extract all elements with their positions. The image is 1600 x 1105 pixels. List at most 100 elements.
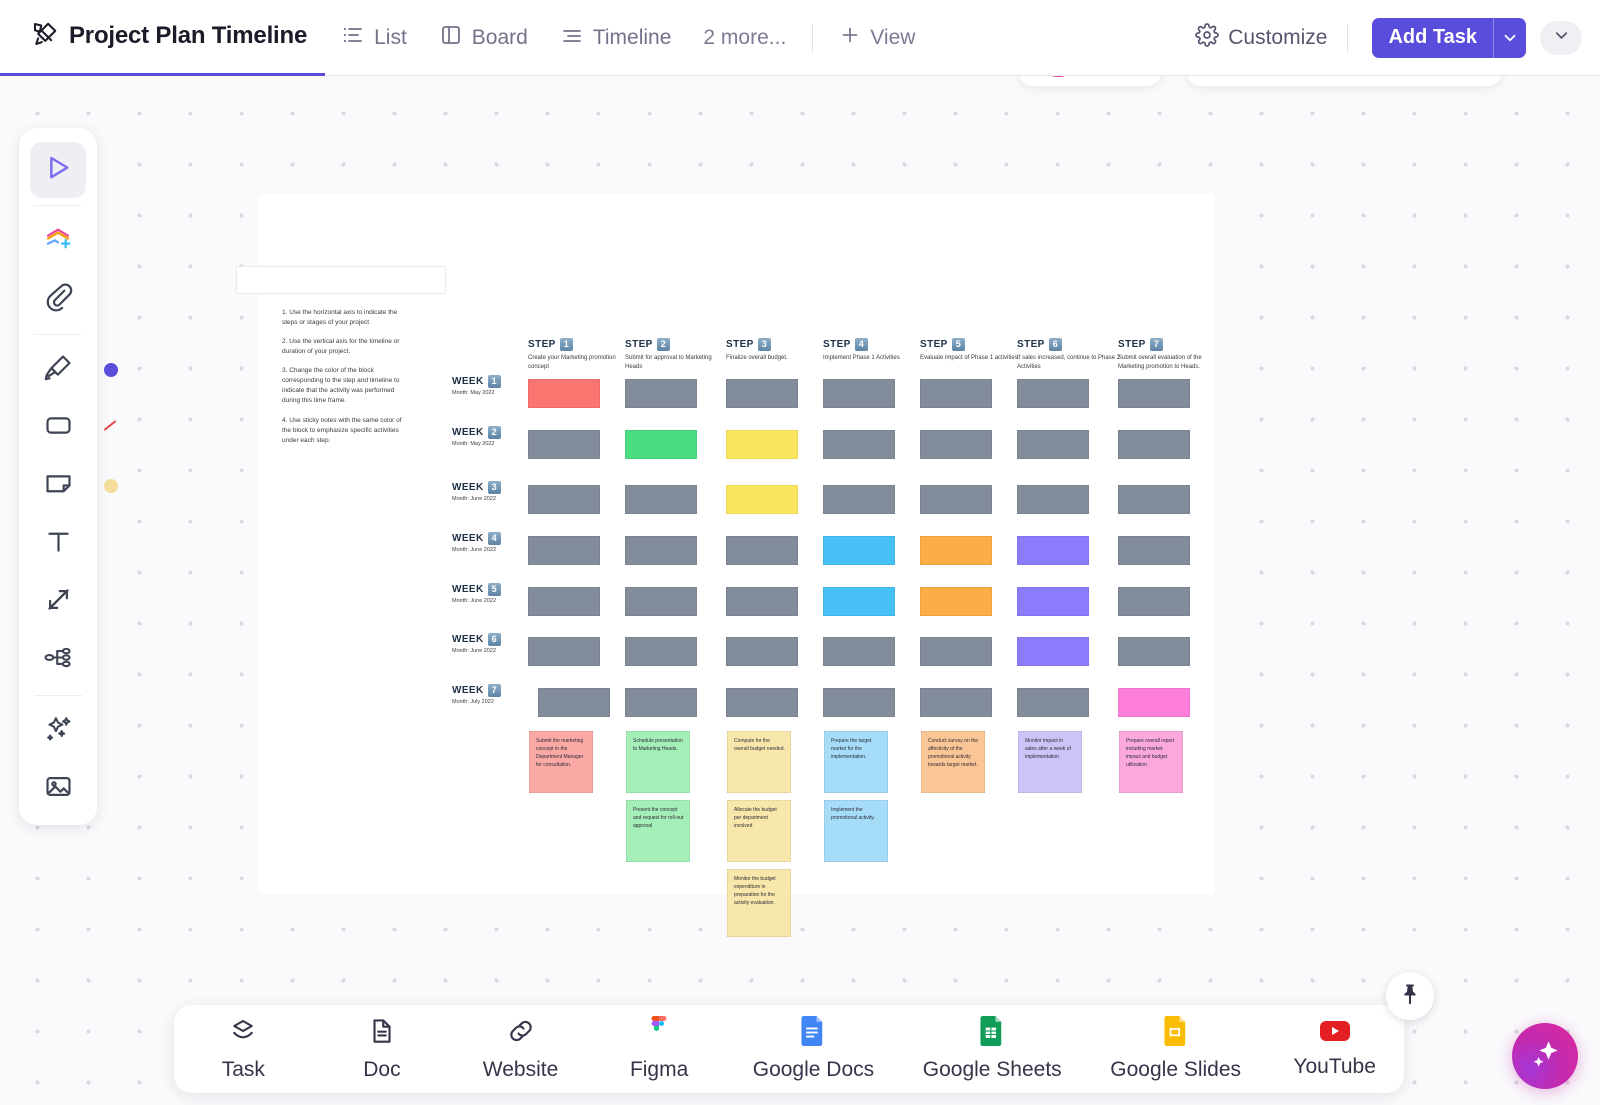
sticky-note[interactable]: Present the concept and request for roll…: [626, 800, 690, 862]
timeline-cell[interactable]: [1118, 637, 1190, 666]
timeline-cell[interactable]: [726, 379, 798, 408]
sticky-color-swatch[interactable]: [104, 479, 118, 493]
timeline-cell[interactable]: [528, 536, 600, 565]
timeline-cell[interactable]: [1017, 587, 1089, 616]
timeline-cell[interactable]: [625, 637, 697, 666]
timeline-cell[interactable]: [823, 485, 895, 514]
sticky-note[interactable]: Implement the promotional activity.: [824, 800, 888, 862]
dock-item-website[interactable]: Website: [476, 1016, 566, 1082]
dock-item-youtube[interactable]: YouTube: [1290, 1019, 1380, 1079]
step-description: Submit overall evaluation of the Marketi…: [1118, 355, 1202, 371]
tab-more[interactable]: 2 more...: [687, 0, 802, 76]
whiteboard-tab[interactable]: Project Plan Timeline: [0, 0, 326, 76]
timeline-cell[interactable]: [1017, 379, 1089, 408]
sticky-note[interactable]: Prepare the target market for the implem…: [824, 731, 888, 793]
timeline-cell[interactable]: [528, 379, 600, 408]
timeline-cell[interactable]: [1017, 536, 1089, 565]
text-tool[interactable]: [30, 516, 86, 572]
timeline-cell[interactable]: [726, 430, 798, 459]
sticky-note[interactable]: Prepare overall report including market …: [1119, 731, 1183, 793]
timeline-cell[interactable]: [920, 587, 992, 616]
shapes-add-tool[interactable]: [30, 213, 86, 269]
timeline-cell[interactable]: [726, 587, 798, 616]
timeline-cell[interactable]: [1017, 430, 1089, 459]
image-tool[interactable]: [30, 761, 86, 817]
empty-text-placeholder[interactable]: [236, 266, 446, 294]
timeline-cell[interactable]: [528, 485, 600, 514]
connector-tool[interactable]: [30, 574, 86, 630]
highlighter-color-swatch[interactable]: [104, 363, 118, 377]
dock-item-doc[interactable]: Doc: [337, 1016, 427, 1082]
dock-item-google-sheets[interactable]: Google Sheets: [923, 1016, 1062, 1082]
mindmap-tool[interactable]: [30, 632, 86, 688]
rectangle-color-swatch[interactable]: [102, 418, 118, 439]
dock-item-task[interactable]: Task: [198, 1016, 288, 1082]
timeline-cell[interactable]: [625, 536, 697, 565]
timeline-cell[interactable]: [823, 688, 895, 717]
sticky-note[interactable]: Monitor the budget expenditure in prepar…: [727, 869, 791, 937]
timeline-cell[interactable]: [823, 587, 895, 616]
timeline-cell[interactable]: [920, 379, 992, 408]
select-tool[interactable]: [30, 142, 86, 198]
dock-item-google-docs[interactable]: Google Docs: [753, 1016, 874, 1082]
timeline-cell[interactable]: [1118, 536, 1190, 565]
timeline-cell[interactable]: [823, 430, 895, 459]
timeline-cell[interactable]: [625, 430, 697, 459]
ai-assistant-button[interactable]: [1512, 1023, 1578, 1089]
highlighter-tool[interactable]: [30, 342, 118, 398]
timeline-cell[interactable]: [625, 587, 697, 616]
timeline-cell[interactable]: [538, 688, 610, 717]
add-task-dropdown[interactable]: [1494, 18, 1526, 58]
sticky-note[interactable]: Conduct survey on the affectivity of the…: [921, 731, 985, 793]
sticky-note[interactable]: Allocate the budget per department invol…: [727, 800, 791, 862]
link-tool[interactable]: [30, 271, 86, 327]
timeline-cell[interactable]: [920, 485, 992, 514]
timeline-cell[interactable]: [920, 637, 992, 666]
magic-wand-icon: [43, 713, 74, 749]
timeline-cell[interactable]: [823, 637, 895, 666]
timeline-cell[interactable]: [920, 536, 992, 565]
rectangle-tool[interactable]: [30, 400, 116, 456]
tab-list[interactable]: List: [325, 0, 423, 76]
add-task-button[interactable]: Add Task: [1372, 17, 1526, 58]
timeline-cell[interactable]: [528, 430, 600, 459]
timeline-cell[interactable]: [823, 536, 895, 565]
pin-dock-button[interactable]: [1386, 972, 1434, 1020]
tab-board[interactable]: Board: [423, 0, 544, 76]
step-header: STEP 3 Finalize overall budget.: [726, 338, 831, 363]
timeline-cell[interactable]: [1017, 485, 1089, 514]
timeline-cell[interactable]: [528, 637, 600, 666]
sticky-note[interactable]: Schedule presentation to Marketing Heads…: [626, 731, 690, 793]
timeline-cell[interactable]: [528, 587, 600, 616]
timeline-cell[interactable]: [1017, 637, 1089, 666]
customize-button[interactable]: Customize: [1185, 22, 1337, 53]
timeline-cell[interactable]: [1118, 485, 1190, 514]
timeline-cell[interactable]: [726, 688, 798, 717]
timeline-cell[interactable]: [1118, 379, 1190, 408]
timeline-cell[interactable]: [726, 637, 798, 666]
gear-icon: [1195, 22, 1220, 53]
whiteboard-canvas[interactable]: 1. Use the horizontal axis to indicate t…: [0, 76, 1600, 1105]
sticky-note[interactable]: Submit the marketing concept to the Depa…: [529, 731, 593, 793]
dock-item-google-slides[interactable]: Google Slides: [1110, 1016, 1241, 1082]
sticky-note-tool[interactable]: [30, 458, 118, 514]
timeline-cell[interactable]: [726, 536, 798, 565]
timeline-cell[interactable]: [625, 485, 697, 514]
header-overflow-button[interactable]: [1540, 20, 1582, 55]
timeline-cell[interactable]: [1118, 587, 1190, 616]
ai-magic-tool[interactable]: [30, 703, 86, 759]
timeline-cell[interactable]: [726, 485, 798, 514]
dock-item-figma[interactable]: Figma: [614, 1016, 704, 1082]
timeline-cell[interactable]: [1118, 688, 1190, 717]
add-view-button[interactable]: View: [823, 0, 931, 76]
sticky-note[interactable]: Compute for the overall budget needed.: [727, 731, 791, 793]
timeline-cell[interactable]: [823, 379, 895, 408]
timeline-cell[interactable]: [920, 688, 992, 717]
sticky-note[interactable]: Monitor impact in sales after a week of …: [1018, 731, 1082, 793]
timeline-cell[interactable]: [920, 430, 992, 459]
timeline-cell[interactable]: [1017, 688, 1089, 717]
timeline-cell[interactable]: [1118, 430, 1190, 459]
timeline-cell[interactable]: [625, 688, 697, 717]
tab-timeline[interactable]: Timeline: [544, 0, 688, 76]
timeline-cell[interactable]: [625, 379, 697, 408]
